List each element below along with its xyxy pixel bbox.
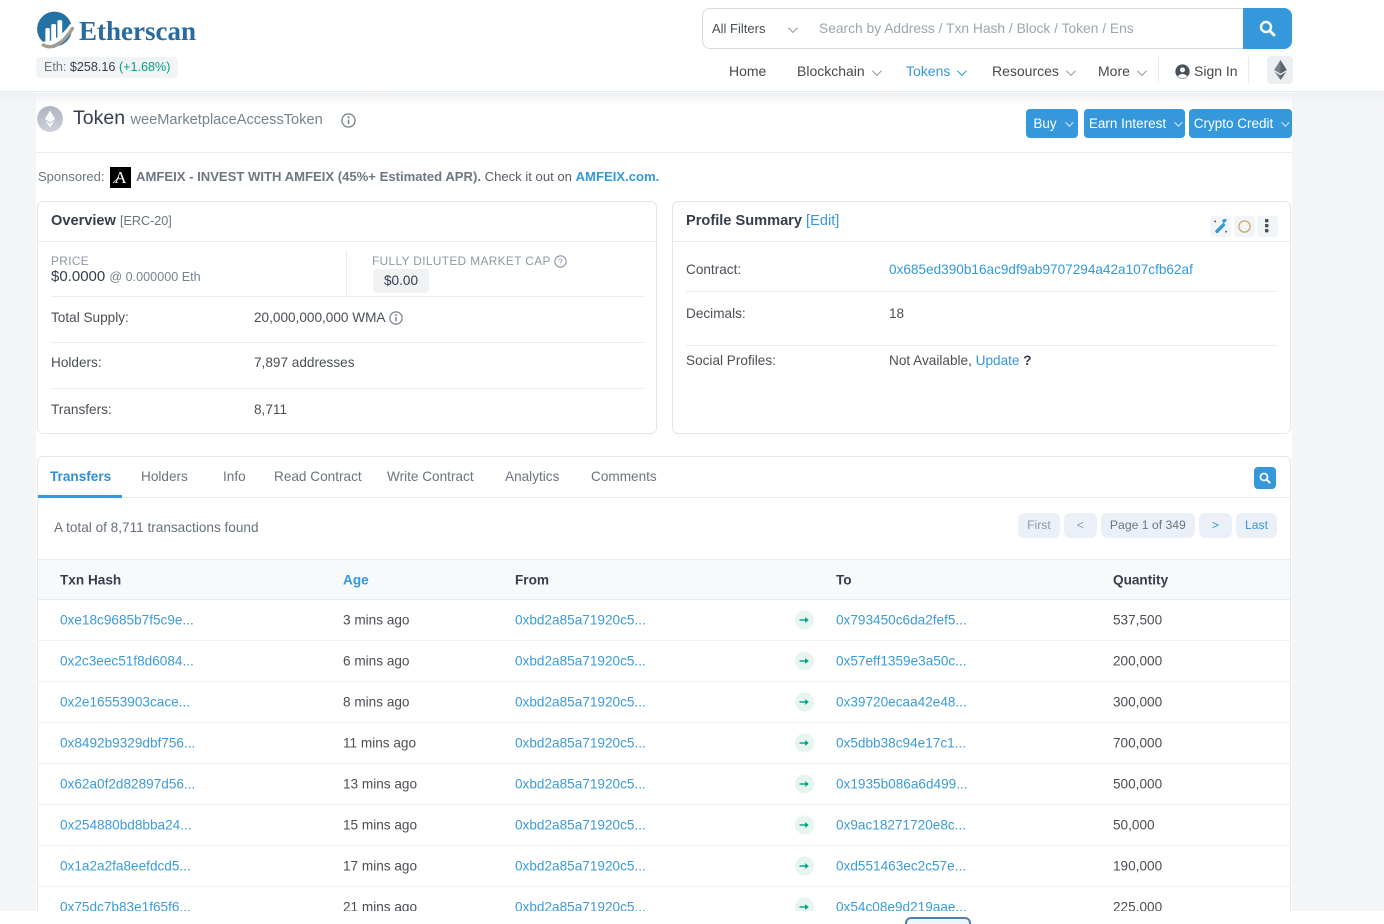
svg-text:?: ?: [558, 257, 563, 266]
svg-text:A: A: [114, 168, 127, 187]
